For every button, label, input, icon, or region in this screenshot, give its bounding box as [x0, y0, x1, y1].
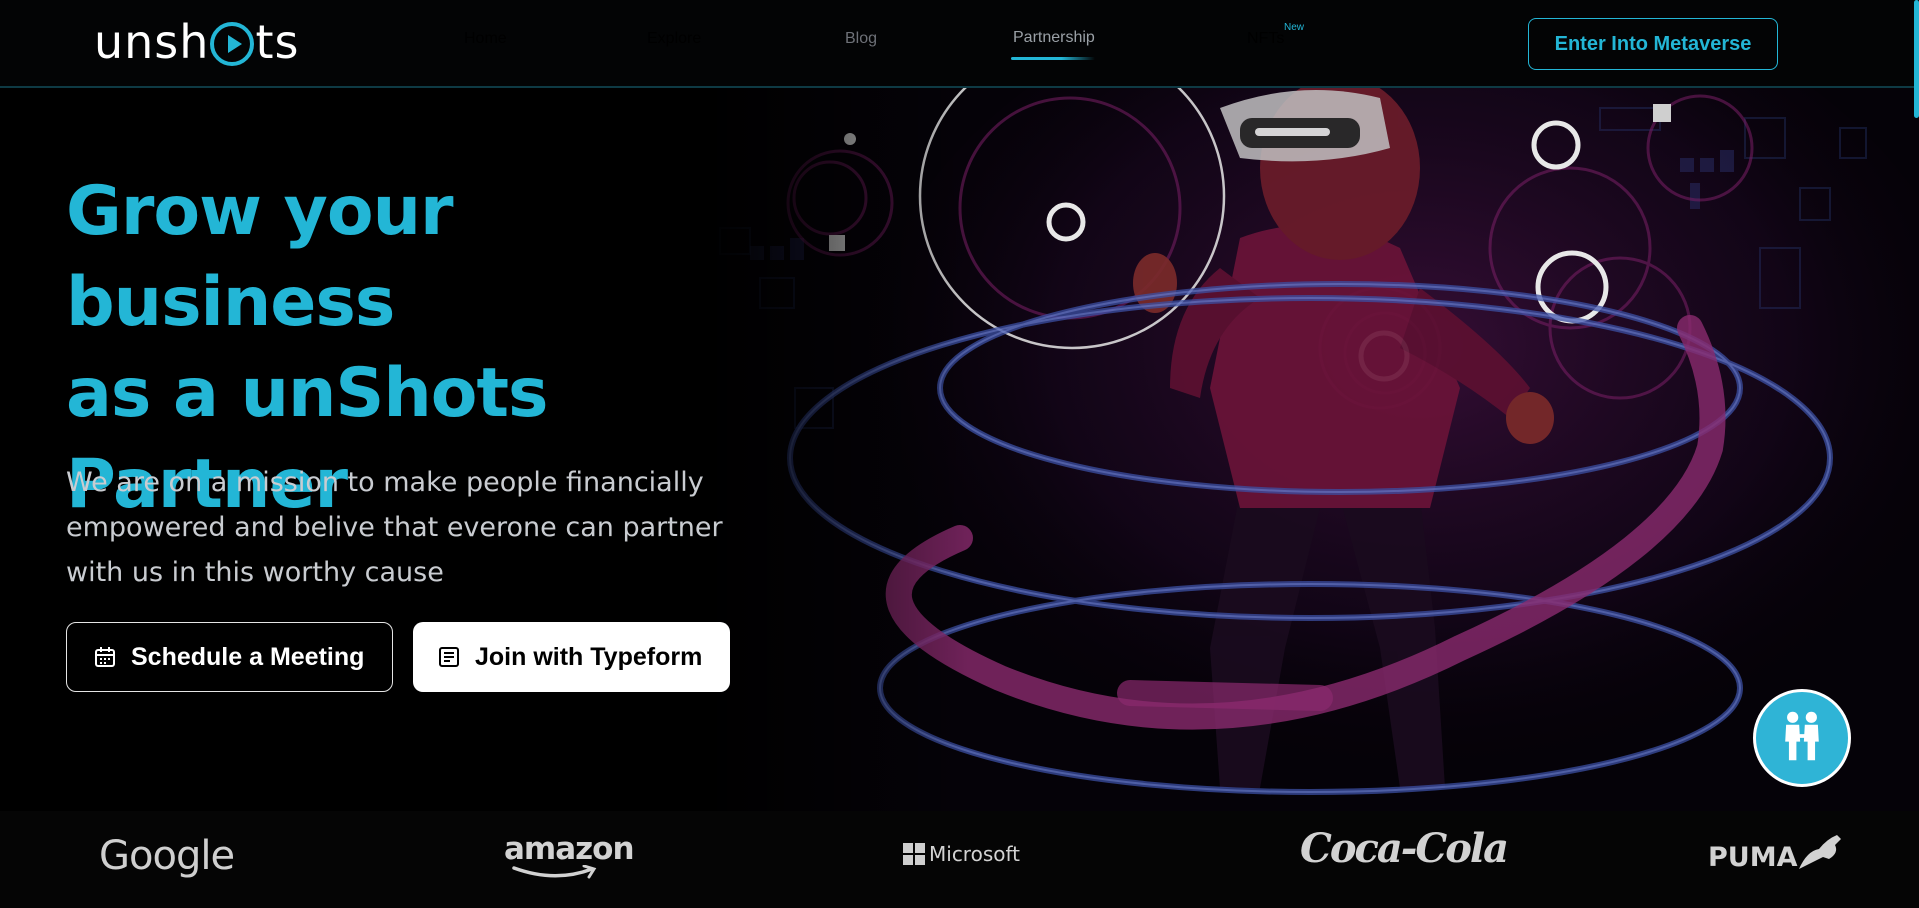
hero-subtitle-line-1: We are on a mission to make people finan… [66, 467, 704, 498]
logo-text-before: unsh [94, 15, 210, 69]
nav-partnership[interactable]: Partnership [1011, 29, 1095, 60]
hero-subtitle-line-3: with us in this worthy cause [66, 557, 444, 588]
puma-cat-icon [1799, 835, 1842, 869]
calendar-icon [93, 645, 117, 669]
form-icon [437, 645, 461, 669]
amazon-smile-icon [512, 865, 597, 879]
hero-title-line-2: as a unShots [66, 354, 548, 433]
unshots-logo[interactable]: unsh ts [94, 12, 299, 72]
new-badge: New [1284, 22, 1305, 33]
amazon-logo: amazon [504, 831, 635, 879]
enter-metaverse-button[interactable]: Enter Into Metaverse [1528, 18, 1778, 70]
hero-title-line-1: Grow your business [66, 172, 454, 342]
schedule-meeting-label: Schedule a Meeting [131, 642, 365, 671]
hero-subtitle-line-2: empowered and belive that everone can pa… [66, 512, 723, 543]
nav-explore[interactable]: Explore [647, 30, 701, 48]
play-logo-icon [210, 22, 255, 66]
logo-text-after: ts [255, 15, 300, 69]
nav-partnership-label: Partnership [1013, 29, 1095, 46]
amazon-logo-text: amazon [504, 831, 635, 867]
microsoft-logo: Microsoft [903, 842, 1020, 866]
vr-person-illustration [700, 88, 1919, 811]
handshake-icon [1774, 708, 1830, 769]
google-logo: Google [99, 833, 235, 879]
join-typeform-button[interactable]: Join with Typeform [413, 622, 730, 692]
partnership-chat-button[interactable] [1753, 689, 1851, 787]
nav-nfts[interactable]: NFTs [1247, 30, 1284, 48]
join-typeform-label: Join with Typeform [475, 642, 703, 671]
schedule-meeting-button[interactable]: Schedule a Meeting [66, 622, 393, 692]
nav-blog[interactable]: Blog [845, 30, 877, 48]
brand-logos-strip: Google amazon Microsoft Coca-Cola PUMA [0, 811, 1919, 908]
active-tab-underline [1011, 57, 1095, 60]
hero-subtitle: We are on a mission to make people finan… [66, 460, 746, 595]
hero-illustration [700, 88, 1919, 811]
microsoft-grid-icon [903, 843, 925, 865]
nav-home[interactable]: Home [464, 30, 507, 48]
scrollbar-thumb[interactable] [1914, 0, 1919, 118]
top-navbar: unsh ts Home Explore Blog Partnership NF… [0, 0, 1919, 88]
cocacola-logo: Coca-Cola [1300, 825, 1509, 872]
page: unsh ts Home Explore Blog Partnership NF… [0, 0, 1919, 908]
puma-logo-text: PUMA [1708, 842, 1798, 873]
puma-logo: PUMA [1708, 833, 1843, 873]
microsoft-logo-text: Microsoft [929, 842, 1021, 866]
